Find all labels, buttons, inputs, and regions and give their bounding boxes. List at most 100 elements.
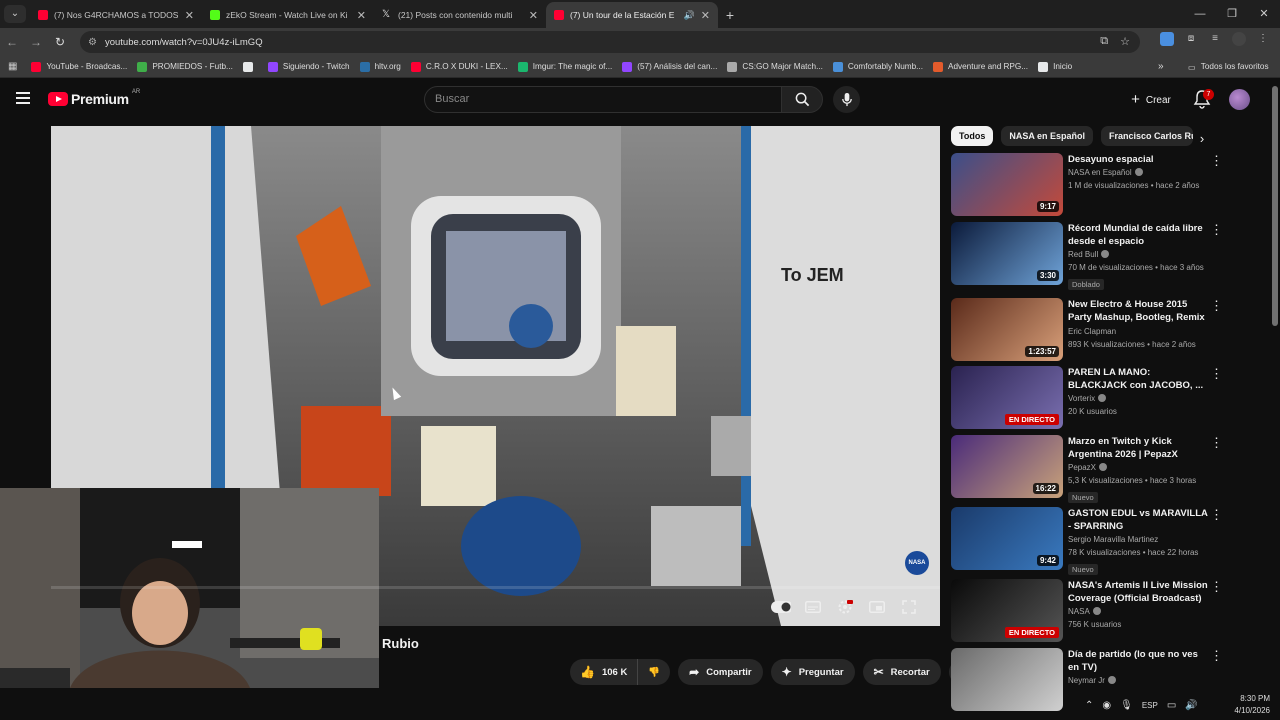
speaker-icon[interactable]: 🔊	[684, 10, 695, 21]
video-title-link[interactable]: Desayuno espacial	[1068, 153, 1208, 166]
create-button[interactable]: + Crear	[1120, 88, 1182, 112]
channel-name[interactable]: Eric Clapman	[1068, 327, 1116, 336]
bookmark-star-icon[interactable]: ☆	[1120, 35, 1130, 48]
dislike-button[interactable]: 👎	[638, 659, 670, 685]
autoplay-toggle[interactable]	[771, 597, 791, 617]
more-options-icon[interactable]: ⋮	[1210, 153, 1223, 169]
chevron-right-icon[interactable]: ›	[1192, 129, 1212, 149]
chip-todos[interactable]: Todos	[951, 126, 994, 146]
media-control-icon[interactable]: ≡	[1208, 32, 1222, 46]
omnibox[interactable]: ⚙ youtube.com/watch?v=0JU4z-iLmGQ ⧉ ☆	[80, 31, 1140, 53]
bookmark-item[interactable]: YouTube - Broadcas...	[31, 61, 127, 72]
clock[interactable]: 8:30 PM 4/10/2026	[1234, 693, 1270, 717]
bookmark-item[interactable]: Inicio	[1038, 61, 1072, 72]
browser-tab-4-active[interactable]: (7) Un tour de la Estación E 🔊 ✕	[546, 2, 718, 28]
profile-icon[interactable]	[1232, 32, 1246, 46]
search-input[interactable]: Buscar	[424, 86, 782, 113]
bookmark-item[interactable]: Imgur: The magic of...	[517, 61, 612, 72]
video-title-link[interactable]: Récord Mundial de caída libre desde el e…	[1068, 222, 1208, 248]
bookmark-item[interactable]: C.R.O X DUKI - LEX...	[410, 61, 508, 72]
page-scrollbar[interactable]	[1272, 86, 1278, 326]
video-thumbnail[interactable]: 3:30	[951, 222, 1063, 285]
video-thumbnail[interactable]: EN DIRECTO	[951, 366, 1063, 429]
subtitles-icon[interactable]	[803, 597, 823, 617]
language-indicator[interactable]: ESP	[1142, 701, 1158, 710]
voice-search-button[interactable]	[833, 86, 860, 113]
minimize-icon[interactable]: —	[1184, 0, 1216, 28]
settings-gear-icon[interactable]	[835, 597, 855, 617]
video-thumbnail[interactable]: EN DIRECTO	[951, 579, 1063, 642]
bookmark-item[interactable]: hltv.org	[359, 61, 401, 72]
like-button[interactable]: 👍 106 K	[570, 659, 639, 685]
install-app-icon[interactable]: ⧉	[1100, 35, 1108, 48]
video-title-link[interactable]: New Electro & House 2015 Party Mashup, B…	[1068, 298, 1208, 325]
bookmark-item[interactable]: PROMIEDOS - Futb...	[137, 61, 233, 72]
bookmark-item[interactable]: Comfortably Numb...	[832, 61, 923, 72]
recommended-video[interactable]: 9:17 Desayuno espacial NASA en Español 1 M …	[951, 153, 1271, 219]
more-options-icon[interactable]: ⋮	[1210, 507, 1223, 523]
share-button[interactable]: ➦ Compartir	[678, 659, 763, 685]
site-info-icon[interactable]: ⚙	[88, 37, 97, 48]
recommended-video[interactable]: EN DIRECTO NASA's Artemis II Live Mission…	[951, 579, 1271, 645]
fullscreen-icon[interactable]	[899, 597, 919, 617]
more-options-icon[interactable]: ⋮	[1210, 366, 1223, 382]
channel-name[interactable]: Vorterix	[1068, 394, 1095, 403]
avatar[interactable]	[1229, 89, 1250, 110]
close-tab-icon[interactable]: ✕	[529, 9, 538, 22]
video-thumbnail[interactable]: 16:22	[951, 435, 1063, 498]
video-thumbnail[interactable]	[951, 648, 1063, 711]
more-bookmarks-icon[interactable]: »	[1158, 61, 1164, 72]
close-tab-icon[interactable]: ✕	[701, 9, 710, 22]
search-button[interactable]	[781, 86, 823, 113]
video-thumbnail[interactable]: 9:17	[951, 153, 1063, 216]
channel-name[interactable]: PepazX	[1068, 463, 1096, 472]
video-thumbnail[interactable]: 1:23:57	[951, 298, 1063, 361]
bookmark-item[interactable]: Adventure and RPG...	[932, 61, 1028, 72]
chevron-up-icon[interactable]: ⌃	[1085, 700, 1093, 711]
microphone-tray-icon[interactable]: 🎙	[1120, 700, 1133, 711]
forward-icon[interactable]: →	[24, 35, 48, 49]
close-window-icon[interactable]: ✕	[1248, 0, 1280, 28]
chip-francisco[interactable]: Francisco Carlos Ru	[1101, 126, 1194, 146]
extension-icon[interactable]	[1160, 32, 1174, 46]
more-options-icon[interactable]: ⋮	[1210, 579, 1223, 595]
tab-search-button[interactable]: ⌄	[4, 5, 26, 23]
bookmark-item[interactable]	[242, 61, 258, 72]
browser-tab-1[interactable]: (7) Nos G4RCHAMOS a TODOS ✕	[30, 2, 202, 28]
recommended-video[interactable]: 1:23:57 New Electro & House 2015 Party Ma…	[951, 298, 1271, 364]
reload-icon[interactable]: ↻	[48, 35, 72, 49]
video-title-link[interactable]: NASA's Artemis II Live Mission Coverage …	[1068, 579, 1208, 605]
channel-name[interactable]: Neymar Jr	[1068, 676, 1105, 685]
maximize-icon[interactable]: ❐	[1216, 0, 1248, 28]
recommended-video[interactable]: 16:22 Marzo en Twitch y Kick Argentina 20…	[951, 435, 1271, 503]
more-options-icon[interactable]: ⋮	[1210, 222, 1223, 238]
channel-name[interactable]: NASA	[1068, 607, 1090, 616]
back-icon[interactable]: ←	[0, 35, 24, 49]
close-tab-icon[interactable]: ✕	[185, 9, 194, 22]
apps-grid-icon[interactable]: ▦	[8, 61, 17, 72]
chip-nasa-espanol[interactable]: NASA en Español	[1001, 126, 1094, 146]
bookmark-item[interactable]: CS:GO Major Match...	[727, 61, 823, 72]
close-tab-icon[interactable]: ✕	[357, 9, 366, 22]
browser-tab-3[interactable]: 𝕏 (21) Posts con contenido multi ✕	[374, 2, 546, 28]
more-options-icon[interactable]: ⋮	[1210, 435, 1223, 451]
menu-icon[interactable]	[16, 92, 30, 104]
bookmark-item[interactable]: (57) Análisis del can...	[622, 61, 717, 72]
channel-name[interactable]: Sergio Maravilla Martinez	[1068, 535, 1158, 544]
video-progress-bar[interactable]	[51, 586, 940, 589]
volume-icon[interactable]: 🔊	[1185, 700, 1197, 711]
puzzle-icon[interactable]: ⧈	[1184, 32, 1198, 46]
video-title-link[interactable]: Día de partido (lo que no ves en TV)	[1068, 648, 1208, 674]
recommended-video[interactable]: EN DIRECTO PAREN LA MANO: BLACKJACK con J…	[951, 366, 1271, 432]
recommended-video[interactable]: 9:42 GASTON EDUL vs MARAVILLA - SPARRING S…	[951, 507, 1271, 575]
clip-button[interactable]: ✂ Recortar	[862, 659, 941, 685]
more-options-icon[interactable]: ⋮	[1210, 648, 1223, 664]
ask-button[interactable]: ✦ Preguntar	[770, 659, 855, 685]
browser-tab-2[interactable]: zEkO Stream - Watch Live on Ki ✕	[202, 2, 374, 28]
recommended-video[interactable]: 3:30 Récord Mundial de caída libre desde …	[951, 222, 1271, 290]
steam-icon[interactable]: ◉	[1102, 700, 1111, 711]
channel-name[interactable]: NASA en Español	[1068, 168, 1132, 177]
all-bookmarks[interactable]: ▭ Todos los favoritos	[1188, 62, 1269, 72]
video-thumbnail[interactable]: 9:42	[951, 507, 1063, 570]
network-icon[interactable]: ▭	[1167, 700, 1176, 711]
